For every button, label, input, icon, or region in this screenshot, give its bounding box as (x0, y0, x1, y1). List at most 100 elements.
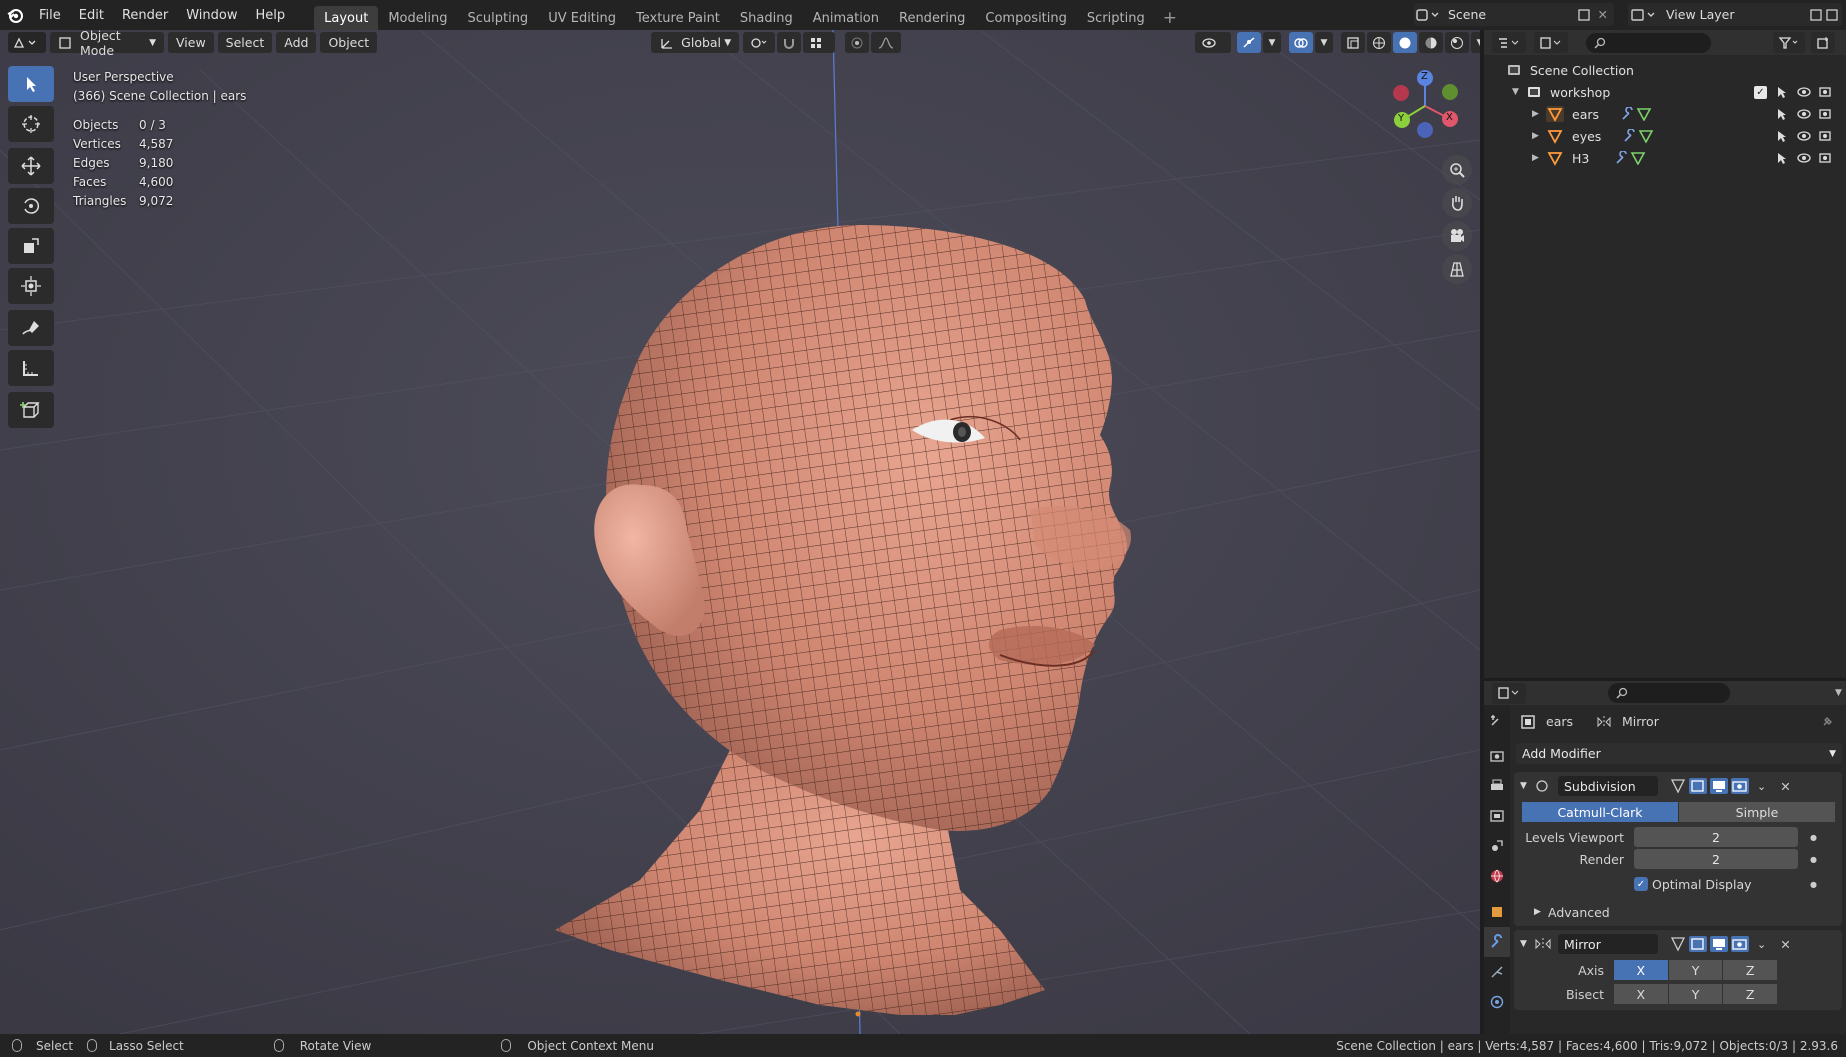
scale-tool[interactable] (8, 228, 54, 264)
proportional-edit-toggle[interactable] (845, 32, 870, 53)
new-view-layer-icon[interactable] (1808, 7, 1824, 23)
menu-edit[interactable]: Edit (70, 8, 113, 23)
exclude-checkbox[interactable]: ✓ (1754, 85, 1767, 99)
tab-view-layer[interactable] (1484, 801, 1510, 831)
display-mode-button[interactable] (1534, 32, 1568, 53)
shading-wireframe[interactable] (1367, 32, 1391, 53)
overlays-toggle[interactable] (1289, 32, 1313, 53)
visibility-eye-icon[interactable] (1796, 129, 1812, 143)
tab-uv-editing[interactable]: UV Editing (538, 6, 626, 30)
ortho-toggle-button[interactable] (1442, 254, 1472, 284)
mirror-header[interactable]: ▼ Mirror ⌄ ✕ (1514, 930, 1842, 958)
outliner-object-ears[interactable]: ▶ ears (1484, 103, 1846, 125)
mode-selector[interactable]: Object Mode ▼ (50, 30, 164, 58)
menu-add[interactable]: Add (276, 32, 317, 53)
camera-view-button[interactable] (1442, 221, 1472, 251)
selectable-arrow-icon[interactable] (1775, 151, 1789, 165)
rotate-tool[interactable] (8, 188, 54, 224)
viewport-display-icon[interactable] (1710, 778, 1728, 794)
delete-scene-icon[interactable]: ✕ (1598, 7, 1608, 22)
tab-scripting[interactable]: Scripting (1077, 6, 1155, 30)
tab-layout[interactable]: Layout (314, 6, 379, 30)
expand-arrow-icon[interactable]: ▶ (1532, 109, 1546, 119)
render-camera-icon[interactable] (1818, 85, 1832, 99)
xray-toggle[interactable] (1341, 32, 1365, 53)
menu-window[interactable]: Window (177, 8, 246, 23)
transform-tool[interactable] (8, 268, 54, 304)
view-layer-name[interactable]: View Layer (1666, 7, 1808, 22)
render-camera-icon[interactable] (1818, 129, 1832, 143)
add-workspace-button[interactable]: + (1155, 6, 1185, 30)
expand-arrow-icon[interactable]: ▼ (1512, 87, 1526, 97)
render-camera-icon[interactable] (1818, 107, 1832, 121)
tab-modeling[interactable]: Modeling (378, 6, 457, 30)
chevron-down-icon[interactable]: ⌄ (1757, 780, 1766, 793)
menu-select[interactable]: Select (217, 32, 273, 53)
pivot-point-button[interactable] (743, 32, 776, 53)
chevron-down-icon[interactable]: ▼ (1835, 688, 1842, 698)
scene-name[interactable]: Scene (1448, 7, 1576, 22)
menu-object[interactable]: Object (320, 32, 378, 53)
menu-view[interactable]: View (168, 32, 214, 53)
axis-x-toggle[interactable]: X (1614, 960, 1669, 980)
shading-rendered[interactable] (1445, 32, 1469, 53)
3d-viewport[interactable]: Object Mode ▼ View Select Add Object Glo… (0, 30, 1480, 1034)
delete-view-layer-icon[interactable] (1824, 7, 1842, 23)
expand-arrow-icon[interactable]: ▶ (1532, 153, 1546, 163)
measure-tool[interactable] (8, 350, 54, 386)
annotate-tool[interactable] (8, 310, 54, 346)
falloff-button[interactable] (871, 32, 902, 53)
transform-orientation-selector[interactable]: Global ▼ (651, 32, 740, 53)
visibility-filter-button[interactable] (1195, 32, 1231, 53)
tab-texture-paint[interactable]: Texture Paint (626, 6, 730, 30)
render-camera-icon[interactable] (1818, 151, 1832, 165)
collection-row-workshop[interactable]: ▼ workshop ✓ (1484, 81, 1846, 103)
add-modifier-button[interactable]: Add Modifier ▼ (1516, 743, 1842, 764)
collapse-arrow-icon[interactable]: ▼ (1520, 781, 1534, 791)
scene-selector[interactable]: Scene ✕ (1414, 3, 1614, 26)
visibility-eye-icon[interactable] (1796, 151, 1812, 165)
outliner-editor-type[interactable] (1492, 32, 1526, 53)
tab-physics[interactable] (1484, 987, 1510, 1017)
scene-collection-row[interactable]: Scene Collection (1484, 59, 1846, 81)
view-layer-selector[interactable]: View Layer (1628, 3, 1842, 26)
chevron-down-icon[interactable]: ⌄ (1757, 938, 1766, 951)
viewport-display-icon[interactable] (1710, 936, 1728, 952)
zoom-button[interactable] (1442, 155, 1472, 185)
selectable-arrow-icon[interactable] (1775, 129, 1789, 143)
pan-button[interactable] (1442, 188, 1472, 218)
pin-icon[interactable] (1820, 715, 1834, 729)
shading-menu[interactable]: ▼ (1471, 32, 1480, 53)
tab-tool[interactable] (1484, 705, 1510, 735)
collapse-arrow-icon[interactable]: ▼ (1520, 939, 1534, 949)
gizmo-toggle[interactable] (1237, 32, 1261, 53)
subdivision-header[interactable]: ▼ Subdivision ⌄ ✕ (1514, 772, 1842, 800)
bisect-x-toggle[interactable]: X (1614, 984, 1669, 1004)
subdivision-name-input[interactable]: Subdivision (1558, 776, 1658, 796)
outliner-object-eyes[interactable]: ▶ eyes (1484, 125, 1846, 147)
tab-render[interactable] (1484, 741, 1510, 771)
shading-solid[interactable] (1393, 32, 1417, 53)
render-display-icon[interactable] (1731, 778, 1749, 794)
select-tool[interactable] (8, 66, 54, 102)
tab-sculpting[interactable]: Sculpting (457, 6, 538, 30)
navigation-gizmo[interactable]: Z X Y (1387, 68, 1467, 148)
shading-material[interactable] (1419, 32, 1443, 53)
tab-scene[interactable] (1484, 831, 1510, 861)
advanced-subpanel-header[interactable]: ▶ Advanced (1514, 898, 1842, 926)
selectable-arrow-icon[interactable] (1775, 107, 1789, 121)
bisect-y-toggle[interactable]: Y (1668, 984, 1724, 1004)
menu-render[interactable]: Render (113, 8, 177, 23)
menu-file[interactable]: File (30, 8, 70, 23)
filter-button[interactable] (1773, 32, 1805, 53)
expand-arrow-icon[interactable]: ▶ (1532, 131, 1546, 141)
optimal-display-checkbox[interactable]: ✓ (1634, 877, 1648, 891)
levels-viewport-input[interactable]: 2 (1634, 827, 1798, 847)
visibility-eye-icon[interactable] (1796, 85, 1812, 99)
overlays-menu[interactable]: ▼ (1315, 32, 1333, 53)
render-display-icon[interactable] (1731, 936, 1749, 952)
close-icon[interactable]: ✕ (1780, 937, 1790, 952)
keyframe-dot-icon[interactable]: ● (1810, 833, 1817, 842)
new-scene-icon[interactable] (1576, 7, 1592, 23)
tab-object[interactable] (1484, 897, 1510, 927)
